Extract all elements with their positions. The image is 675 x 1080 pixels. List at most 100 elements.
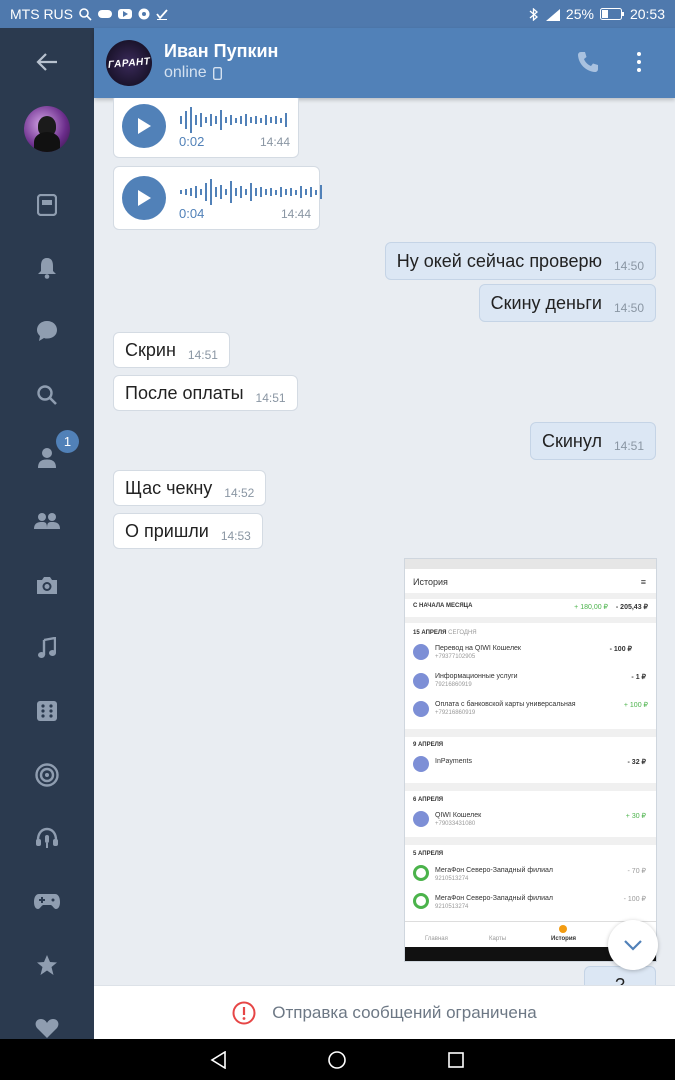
nav-back-icon[interactable] <box>210 1050 228 1069</box>
contact-name[interactable]: Иван Пупкин <box>164 41 278 62</box>
messages-icon[interactable] <box>27 311 67 351</box>
shot-tab: История <box>551 936 577 942</box>
incoming-message[interactable]: Скрин 14:51 <box>113 332 230 368</box>
play-icon <box>138 118 151 134</box>
chevron-down-icon <box>624 940 642 951</box>
incoming-message[interactable]: О пришли 14:53 <box>113 513 263 549</box>
music-note-icon[interactable] <box>27 628 67 668</box>
outgoing-message[interactable]: ? <box>584 966 656 985</box>
voice-waveform[interactable] <box>180 107 287 133</box>
shot-tx-icon <box>413 673 429 689</box>
shot-tx-icon <box>413 756 429 772</box>
shot-tx-amount: + 100 ₽ <box>623 702 648 709</box>
contact-avatar[interactable]: ГАРАНТ <box>106 40 152 86</box>
photos-camera-icon[interactable] <box>27 565 67 605</box>
back-arrow-icon[interactable] <box>27 42 67 82</box>
message-time: 14:53 <box>220 529 251 543</box>
voice-duration: 0:02 <box>179 134 205 149</box>
attached-screenshot-image[interactable]: История ≡ С НАЧАЛА МЕСЯЦА + 180,00 ₽ - 2… <box>404 558 657 962</box>
shot-tx-icon <box>413 893 429 909</box>
android-navigation-bar <box>0 1039 675 1080</box>
contact-avatar-text: ГАРАНТ <box>107 55 151 71</box>
shot-tx-sub: +79216860919 <box>435 710 476 716</box>
nav-recents-icon[interactable] <box>447 1051 465 1069</box>
shot-tx-sub: +79033431080 <box>435 821 476 827</box>
message-text: После оплаты <box>125 382 244 403</box>
play-icon <box>138 190 151 206</box>
shot-date: 15 АПРЕЛЯ <box>413 630 447 636</box>
shot-date: 5 АПРЕЛЯ <box>413 851 444 857</box>
youtube-icon <box>118 9 132 19</box>
phone-icon <box>578 52 598 72</box>
message-text: Скинул <box>541 430 602 451</box>
play-button[interactable] <box>122 104 166 148</box>
shot-tx-name: Оплата с банковской карты универсальная <box>435 701 576 708</box>
outgoing-message[interactable]: Скинул 14:51 <box>529 422 656 460</box>
shot-tx-icon <box>413 811 429 827</box>
shot-tab: Главная <box>425 936 448 942</box>
shot-tx-name: МегаФон Северо-Западный филиал <box>435 895 554 902</box>
message-text: Скину деньги <box>490 292 602 313</box>
call-button[interactable] <box>572 46 604 78</box>
composer-restricted: Отправка сообщений ограничена <box>94 985 675 1039</box>
shot-date: 9 АПРЕЛЯ <box>413 742 444 748</box>
status-bar: MTS RUS 25% 20:53 <box>0 0 675 28</box>
message-time: 14:51 <box>187 348 218 362</box>
message-list[interactable]: 0:02 14:44 0:04 14:44 Ну окей сейчас про… <box>94 98 675 985</box>
shot-tx-amount: - 70 ₽ <box>627 868 646 875</box>
incoming-message[interactable]: Щас чекну 14:52 <box>113 470 267 506</box>
search-icon <box>79 7 92 21</box>
scroll-down-button[interactable] <box>608 920 658 970</box>
profile-avatar[interactable] <box>24 106 70 152</box>
signal-icon <box>545 8 560 21</box>
battery-icon <box>599 8 624 20</box>
chrome-icon <box>138 8 150 20</box>
voice-message: 0:02 14:44 <box>113 98 299 158</box>
outgoing-message[interactable]: Ну окей сейчас проверю 14:50 <box>384 242 656 280</box>
message-time: 14:51 <box>255 391 286 405</box>
message-text: Ну окей сейчас проверю <box>396 250 602 271</box>
shot-tab: Карты <box>489 936 507 942</box>
outgoing-message[interactable]: Скину деньги 14:50 <box>478 284 656 322</box>
notifications-bell-icon[interactable] <box>27 248 67 288</box>
restriction-notice: Отправка сообщений ограничена <box>272 1002 537 1022</box>
communities-icon[interactable] <box>27 501 67 541</box>
more-menu-button[interactable] <box>624 46 654 78</box>
bluetooth-icon <box>529 7 538 21</box>
shot-tx-icon <box>413 865 429 881</box>
sidebar: 1 <box>0 28 94 1039</box>
carrier-label: MTS RUS <box>10 6 73 22</box>
message-text: О пришли <box>125 520 209 541</box>
shot-date: 6 АПРЕЛЯ <box>413 797 444 803</box>
voice-waveform[interactable] <box>180 179 322 205</box>
shot-tx-sub: +79377102905 <box>435 654 476 660</box>
news-icon[interactable] <box>27 185 67 225</box>
gamepad-icon[interactable] <box>27 881 67 921</box>
nav-home-icon[interactable] <box>327 1050 347 1070</box>
shot-tx-icon <box>413 701 429 717</box>
message-time: 14:44 <box>280 207 311 221</box>
bookmarks-star-icon[interactable] <box>27 945 67 985</box>
games-dice-icon[interactable] <box>27 691 67 731</box>
shot-tx-name: QIWI Кошелек <box>435 812 482 819</box>
gamepad-icon <box>98 10 112 18</box>
chat-header: ГАРАНТ Иван Пупкин online <box>94 28 675 98</box>
checkmark-icon <box>156 9 168 20</box>
message-time: 14:44 <box>259 135 290 149</box>
shot-tx-sub: 79216860919 <box>435 682 472 688</box>
contact-status: online <box>164 64 207 81</box>
incoming-message[interactable]: После оплаты 14:51 <box>113 375 298 411</box>
message-time: 14:50 <box>613 301 644 315</box>
play-button[interactable] <box>122 176 166 220</box>
friends-badge: 1 <box>56 430 79 453</box>
warning-icon <box>232 1001 256 1024</box>
shot-tx-icon <box>413 644 429 660</box>
podcasts-headphones-icon[interactable] <box>27 818 67 858</box>
battery-percent: 25% <box>565 6 594 22</box>
message-time: 14:50 <box>613 259 644 273</box>
shot-title: История <box>413 577 448 587</box>
shot-tx-amount: - 1 ₽ <box>631 674 646 681</box>
target-icon[interactable] <box>27 755 67 795</box>
search-icon[interactable] <box>27 375 67 415</box>
contact-status-row: online <box>164 64 222 82</box>
